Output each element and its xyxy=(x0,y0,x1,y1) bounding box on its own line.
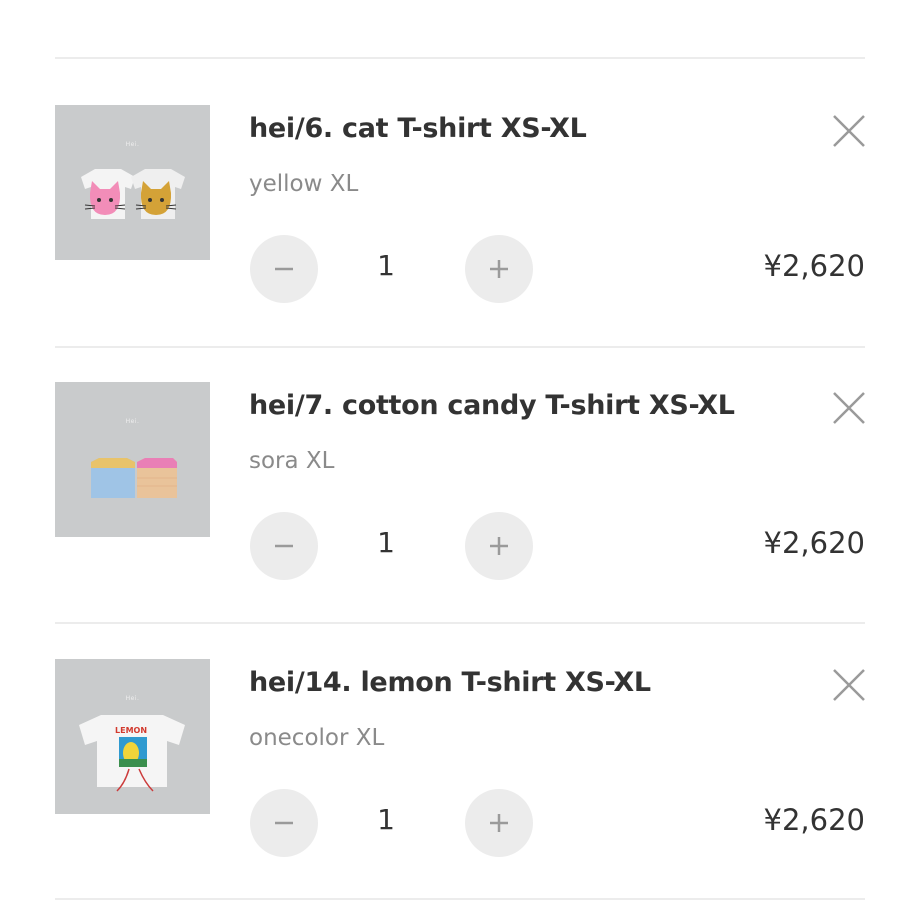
shirt-print-text: LEMON xyxy=(115,726,148,735)
increase-quantity-button[interactable] xyxy=(465,789,533,857)
remove-item-button[interactable] xyxy=(831,113,867,149)
cotton-candy-shirts-illustration xyxy=(91,458,177,498)
remove-item-button[interactable] xyxy=(831,390,867,426)
item-price: ¥2,620 xyxy=(763,526,865,560)
product-title[interactable]: hei/14. lemon T-shirt XS-XL xyxy=(249,667,651,698)
quantity-stepper: 1 xyxy=(250,512,540,582)
product-image[interactable]: Hei. xyxy=(55,382,210,537)
quantity-value: 1 xyxy=(377,249,395,282)
decrease-quantity-button[interactable] xyxy=(250,789,318,857)
increase-quantity-button[interactable] xyxy=(465,512,533,580)
quantity-value: 1 xyxy=(377,526,395,559)
divider xyxy=(55,57,865,59)
product-variant: sora XL xyxy=(249,448,335,474)
lemon-shirt-illustration xyxy=(79,715,185,792)
cart-item: Hei. hei/7. cotton candy T-shirt XS-XL s… xyxy=(55,382,865,612)
increase-quantity-button[interactable] xyxy=(465,235,533,303)
quantity-value: 1 xyxy=(377,803,395,836)
plus-icon xyxy=(490,814,508,832)
close-icon xyxy=(833,669,865,701)
product-image[interactable]: Hei. xyxy=(55,105,210,260)
cart-item: Hei. LEMON hei/14. lemon T-shirt XS-XL o… xyxy=(55,659,865,889)
divider xyxy=(55,622,865,624)
divider xyxy=(55,898,865,900)
minus-icon xyxy=(275,544,293,548)
divider xyxy=(55,346,865,348)
product-variant: onecolor XL xyxy=(249,725,385,751)
image-brand-text: Hei. xyxy=(125,141,140,148)
image-brand-text: Hei. xyxy=(125,695,140,702)
close-icon xyxy=(833,392,865,424)
product-image[interactable]: Hei. LEMON xyxy=(55,659,210,814)
remove-item-button[interactable] xyxy=(831,667,867,703)
product-title[interactable]: hei/6. cat T-shirt XS-XL xyxy=(249,113,587,144)
close-icon xyxy=(833,115,865,147)
image-brand-text: Hei. xyxy=(125,418,140,425)
plus-icon xyxy=(490,537,508,555)
plus-icon xyxy=(490,260,508,278)
decrease-quantity-button[interactable] xyxy=(250,512,318,580)
product-title[interactable]: hei/7. cotton candy T-shirt XS-XL xyxy=(249,390,735,421)
decrease-quantity-button[interactable] xyxy=(250,235,318,303)
cat-shirts-illustration xyxy=(81,169,185,219)
minus-icon xyxy=(275,821,293,825)
item-price: ¥2,620 xyxy=(763,803,865,837)
quantity-stepper: 1 xyxy=(250,789,540,859)
product-variant: yellow XL xyxy=(249,171,359,197)
cart-item: Hei. hei/6. cat T-shirt XS-XL yellow XL xyxy=(55,105,865,335)
item-price: ¥2,620 xyxy=(763,249,865,283)
minus-icon xyxy=(275,267,293,271)
quantity-stepper: 1 xyxy=(250,235,540,305)
